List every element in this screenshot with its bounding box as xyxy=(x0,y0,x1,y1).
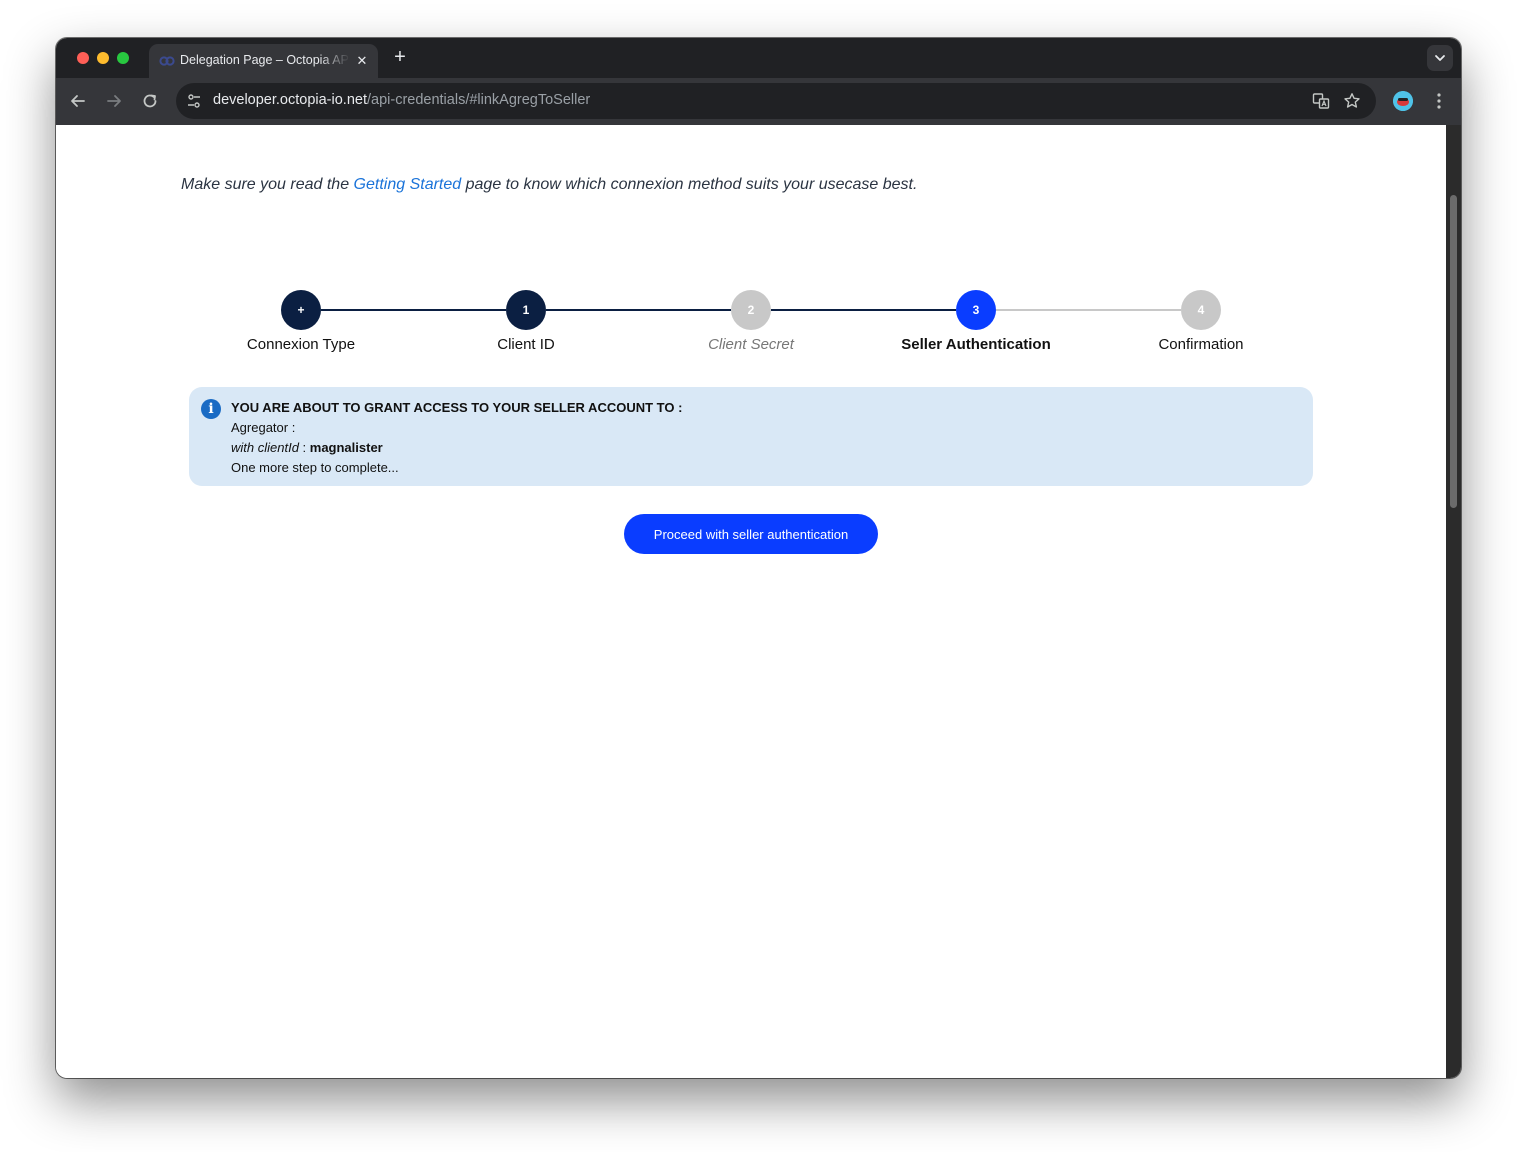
chevron-down-icon xyxy=(1435,55,1445,61)
step-connector xyxy=(546,309,731,311)
url-host: developer.octopia-io.net xyxy=(213,92,367,108)
tab-title: Delegation Page – Octopia API xyxy=(180,53,350,67)
avatar-face-icon xyxy=(1393,91,1413,111)
step-label-client-id: Client ID xyxy=(497,336,555,353)
tab-close-icon[interactable]: ✕ xyxy=(354,53,370,69)
step-circle-seller-authentication: 3 xyxy=(956,290,996,330)
back-arrow-icon[interactable] xyxy=(68,91,88,111)
agregator-line: Agregator : xyxy=(231,420,296,435)
url-text: developer.octopia-io.net/api-credentials… xyxy=(213,92,590,108)
intro-text-before: Make sure you read the xyxy=(181,176,354,193)
step-label-seller-authentication: Seller Authentication xyxy=(901,336,1051,353)
scrollbar-thumb[interactable] xyxy=(1450,195,1457,508)
getting-started-link[interactable]: Getting Started xyxy=(354,176,462,193)
octopia-favicon-icon xyxy=(159,56,175,66)
info-text: YOU ARE ABOUT TO GRANT ACCESS TO YOUR SE… xyxy=(231,398,682,478)
more-menu-icon[interactable] xyxy=(1431,91,1447,111)
step-circle-connexion-type: + xyxy=(281,290,321,330)
proceed-seller-authentication-button[interactable]: Proceed with seller authentication xyxy=(624,514,878,554)
page-scrollbar[interactable] xyxy=(1446,125,1461,1078)
tab-search-button[interactable] xyxy=(1427,45,1453,71)
profile-avatar-icon[interactable] xyxy=(1393,91,1413,111)
step-connector xyxy=(996,309,1181,311)
client-id-value: magnalister xyxy=(309,440,383,455)
intro-text-after: page to know which connexion method suit… xyxy=(461,176,918,193)
bookmark-star-icon[interactable] xyxy=(1343,92,1361,110)
close-window-button[interactable] xyxy=(77,52,89,64)
page-content: Make sure you read the Getting Started p… xyxy=(56,125,1446,1078)
client-id-separator: : xyxy=(298,440,310,455)
url-path: /api-credentials/#linkAgregToSeller xyxy=(366,92,591,108)
tab-strip: Delegation Page – Octopia API ✕ + xyxy=(56,38,1461,78)
client-id-line: with clientId : magnalister xyxy=(231,438,682,458)
minimize-window-button[interactable] xyxy=(97,52,109,64)
forward-arrow-icon[interactable] xyxy=(104,91,124,111)
client-id-label: with clientId xyxy=(231,440,299,455)
step-label-confirmation: Confirmation xyxy=(1158,336,1244,353)
address-bar[interactable]: developer.octopia-io.net/api-credentials… xyxy=(176,83,1376,119)
step-circle-client-secret: 2 xyxy=(731,290,771,330)
step-connector xyxy=(771,309,956,311)
info-footer: One more step to complete... xyxy=(231,460,399,475)
browser-tab[interactable]: Delegation Page – Octopia API ✕ xyxy=(149,44,378,78)
step-label-connexion-type: Connexion Type xyxy=(246,336,356,353)
step-label-client-secret: Client Secret xyxy=(708,336,794,353)
reload-icon[interactable] xyxy=(140,91,160,111)
browser-window: Delegation Page – Octopia API ✕ + develo… xyxy=(56,38,1461,1078)
step-circle-client-id: 1 xyxy=(506,290,546,330)
maximize-window-button[interactable] xyxy=(117,52,129,64)
browser-toolbar: developer.octopia-io.net/api-credentials… xyxy=(56,78,1461,125)
site-settings-icon[interactable] xyxy=(186,93,202,109)
intro-text: Make sure you read the Getting Started p… xyxy=(181,176,917,194)
new-tab-button[interactable]: + xyxy=(390,47,410,67)
info-title: YOU ARE ABOUT TO GRANT ACCESS TO YOUR SE… xyxy=(231,400,683,415)
step-circle-confirmation: 4 xyxy=(1181,290,1221,330)
grant-access-info-box: i YOU ARE ABOUT TO GRANT ACCESS TO YOUR … xyxy=(189,387,1313,486)
step-connector xyxy=(321,309,506,311)
info-icon: i xyxy=(201,399,221,419)
translate-icon[interactable] xyxy=(1312,92,1330,110)
